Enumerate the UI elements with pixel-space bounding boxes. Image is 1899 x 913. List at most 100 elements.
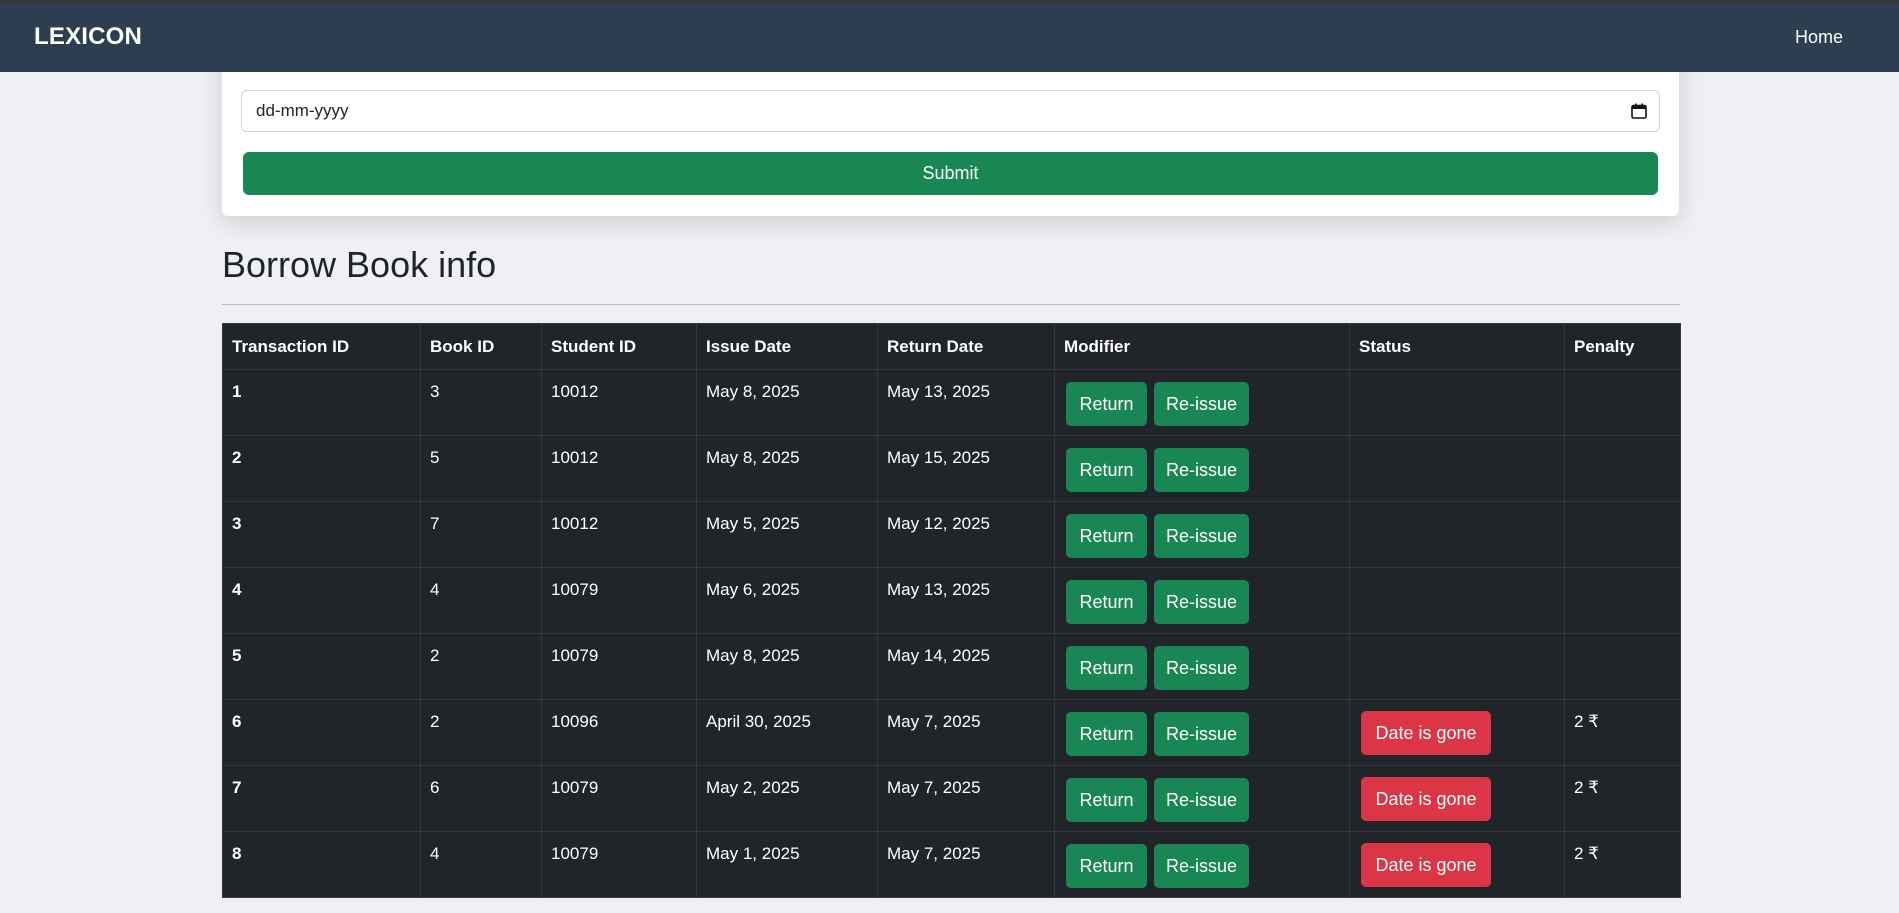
nav-home-link[interactable]: Home — [1795, 27, 1843, 48]
return-button[interactable]: Return — [1066, 514, 1147, 558]
table-row: 7 6 10079 May 2, 2025 May 7, 2025 Return Re-is… — [222, 765, 1681, 832]
submit-button[interactable]: Submit — [243, 152, 1658, 195]
cell-book-id: 4 — [420, 567, 542, 634]
cell-issue-date: May 2, 2025 — [696, 765, 878, 832]
cell-penalty: 2 ₹ — [1564, 699, 1681, 766]
cell-transaction-id: 5 — [222, 633, 421, 700]
table-row: 5 2 10079 May 8, 2025 May 14, 2025 Return Re-i… — [222, 633, 1681, 700]
header-penalty: Penalty — [1564, 323, 1681, 370]
cell-status — [1349, 501, 1565, 568]
cell-transaction-id: 6 — [222, 699, 421, 766]
cell-book-id: 3 — [420, 369, 542, 436]
cell-modifier: Return Re-issue — [1054, 501, 1350, 568]
reissue-button[interactable]: Re-issue — [1154, 448, 1249, 492]
cell-book-id: 2 — [420, 699, 542, 766]
cell-status: Date is gone — [1349, 831, 1565, 898]
table-row: 3 7 10012 May 5, 2025 May 12, 2025 Return Re-i… — [222, 501, 1681, 568]
cell-modifier: Return Re-issue — [1054, 633, 1350, 700]
cell-penalty — [1564, 501, 1681, 568]
reissue-button[interactable]: Re-issue — [1154, 844, 1249, 888]
divider — [222, 304, 1680, 305]
reissue-button[interactable]: Re-issue — [1154, 712, 1249, 756]
cell-student-id: 10012 — [541, 435, 697, 502]
cell-status — [1349, 633, 1565, 700]
cell-penalty — [1564, 369, 1681, 436]
return-date-input[interactable]: dd-mm-yyyy — [241, 90, 1660, 132]
reissue-button[interactable]: Re-issue — [1154, 646, 1249, 690]
borrow-table-container: Transaction ID Book ID Student ID Issue … — [222, 323, 1681, 898]
cell-status — [1349, 567, 1565, 634]
cell-student-id: 10079 — [541, 567, 697, 634]
cell-modifier: Return Re-issue — [1054, 765, 1350, 832]
cell-transaction-id: 2 — [222, 435, 421, 502]
cell-status — [1349, 435, 1565, 502]
cell-return-date: May 14, 2025 — [877, 633, 1055, 700]
status-badge[interactable]: Date is gone — [1361, 711, 1491, 755]
cell-issue-date: May 5, 2025 — [696, 501, 878, 568]
cell-book-id: 7 — [420, 501, 542, 568]
cell-penalty: 2 ₹ — [1564, 765, 1681, 832]
cell-book-id: 2 — [420, 633, 542, 700]
status-badge[interactable]: Date is gone — [1361, 777, 1491, 821]
cell-student-id: 10012 — [541, 501, 697, 568]
cell-status: Date is gone — [1349, 699, 1565, 766]
cell-student-id: 10012 — [541, 369, 697, 436]
calendar-icon[interactable] — [1631, 103, 1647, 119]
cell-transaction-id: 1 — [222, 369, 421, 436]
cell-return-date: May 7, 2025 — [877, 699, 1055, 766]
return-button[interactable]: Return — [1066, 382, 1147, 426]
return-button[interactable]: Return — [1066, 844, 1147, 888]
cell-issue-date: May 1, 2025 — [696, 831, 878, 898]
reissue-button[interactable]: Re-issue — [1154, 514, 1249, 558]
page-title: Borrow Book info — [222, 244, 497, 285]
status-badge[interactable]: Date is gone — [1361, 843, 1491, 887]
header-modifier: Modifier — [1054, 323, 1350, 370]
reissue-button[interactable]: Re-issue — [1154, 382, 1249, 426]
top-navbar: LEXICON Home — [0, 0, 1899, 72]
cell-student-id: 10079 — [541, 765, 697, 832]
header-transaction-id: Transaction ID — [222, 323, 421, 370]
table-header-row: Transaction ID Book ID Student ID Issue … — [222, 323, 1681, 370]
return-button[interactable]: Return — [1066, 580, 1147, 624]
cell-return-date: May 7, 2025 — [877, 765, 1055, 832]
cell-modifier: Return Re-issue — [1054, 567, 1350, 634]
cell-issue-date: May 8, 2025 — [696, 633, 878, 700]
date-placeholder: dd-mm-yyyy — [256, 101, 349, 120]
header-return-date: Return Date — [877, 323, 1055, 370]
header-status: Status — [1349, 323, 1565, 370]
reissue-button[interactable]: Re-issue — [1154, 580, 1249, 624]
cell-issue-date: May 6, 2025 — [696, 567, 878, 634]
cell-return-date: May 15, 2025 — [877, 435, 1055, 502]
return-button[interactable]: Return — [1066, 778, 1147, 822]
brand-logo[interactable]: LEXICON — [34, 23, 142, 51]
return-button[interactable]: Return — [1066, 448, 1147, 492]
return-button[interactable]: Return — [1066, 712, 1147, 756]
cell-modifier: Return Re-issue — [1054, 831, 1350, 898]
cell-modifier: Return Re-issue — [1054, 435, 1350, 502]
cell-penalty: 2 ₹ — [1564, 831, 1681, 898]
cell-transaction-id: 7 — [222, 765, 421, 832]
cell-return-date: May 13, 2025 — [877, 369, 1055, 436]
cell-modifier: Return Re-issue — [1054, 369, 1350, 436]
cell-issue-date: May 8, 2025 — [696, 369, 878, 436]
borrow-table: Transaction ID Book ID Student ID Issue … — [222, 323, 1681, 898]
cell-penalty — [1564, 567, 1681, 634]
table-row: 6 2 10096 April 30, 2025 May 7, 2025 Return Re… — [222, 699, 1681, 766]
table-row: 8 4 10079 May 1, 2025 May 7, 2025 Return Re-is… — [222, 831, 1681, 898]
cell-status — [1349, 369, 1565, 436]
header-student-id: Student ID — [541, 323, 697, 370]
reissue-button[interactable]: Re-issue — [1154, 778, 1249, 822]
cell-status: Date is gone — [1349, 765, 1565, 832]
cell-book-id: 6 — [420, 765, 542, 832]
cell-transaction-id: 8 — [222, 831, 421, 898]
cell-modifier: Return Re-issue — [1054, 699, 1350, 766]
cell-penalty — [1564, 633, 1681, 700]
header-issue-date: Issue Date — [696, 323, 878, 370]
cell-return-date: May 13, 2025 — [877, 567, 1055, 634]
table-row: 1 3 10012 May 8, 2025 May 13, 2025 Return Re-i… — [222, 369, 1681, 436]
cell-penalty — [1564, 435, 1681, 502]
cell-book-id: 4 — [420, 831, 542, 898]
return-button[interactable]: Return — [1066, 646, 1147, 690]
cell-student-id: 10079 — [541, 633, 697, 700]
cell-transaction-id: 4 — [222, 567, 421, 634]
